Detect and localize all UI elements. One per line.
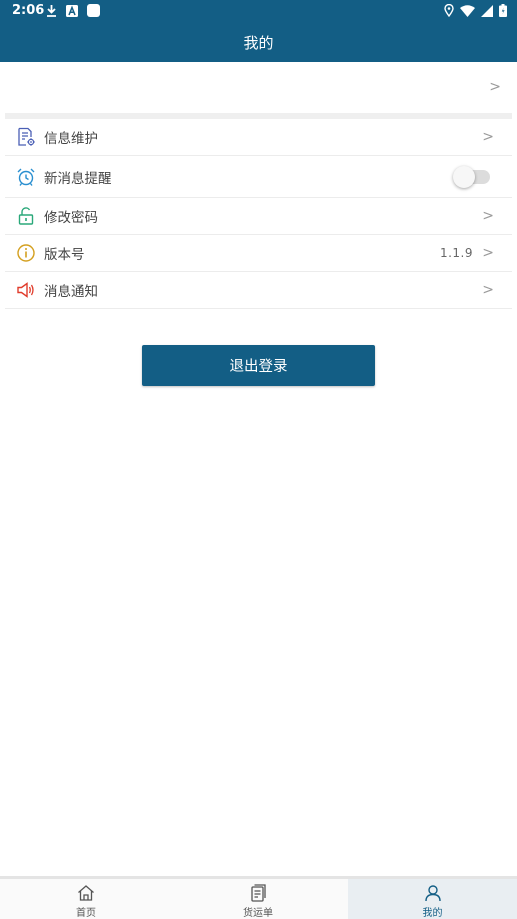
status-right-icons <box>444 4 507 17</box>
location-icon <box>444 4 454 17</box>
chevron-right-icon: > <box>482 245 494 261</box>
person-icon <box>424 885 441 902</box>
chevron-right-icon: > <box>482 282 494 298</box>
nav-item-waybill[interactable]: 货运单 <box>172 879 344 919</box>
chevron-right-icon: > <box>489 79 501 95</box>
nav-item-mine[interactable]: 我的 <box>348 879 517 919</box>
font-a-icon <box>66 4 78 17</box>
profile-row[interactable]: > <box>0 62 517 113</box>
settings-row-message-notification[interactable]: 消息通知 > <box>5 272 512 309</box>
chevron-right-icon: > <box>482 208 494 224</box>
nav-item-home[interactable]: 首页 <box>0 879 172 919</box>
megaphone-icon <box>17 282 34 298</box>
nav-label: 首页 <box>76 908 96 919</box>
settings-row-info-maintenance[interactable]: 信息维护 > <box>5 119 512 156</box>
settings-row-label: 新消息提醒 <box>44 170 112 187</box>
settings-row-label: 信息维护 <box>44 131 98 147</box>
wifi-icon <box>460 4 475 17</box>
nav-label: 货运单 <box>243 908 273 919</box>
battery-icon <box>499 4 507 17</box>
settings-row-label: 修改密码 <box>44 210 98 226</box>
message-alert-toggle[interactable] <box>453 165 491 188</box>
square-app-icon <box>87 4 100 17</box>
info-icon <box>17 244 35 262</box>
bottom-nav: 首页 货运单 我的 <box>0 876 517 919</box>
logout-button[interactable]: 退出登录 <box>142 345 375 386</box>
status-bar: 2:06 <box>0 0 517 22</box>
settings-row-change-password[interactable]: 修改密码 > <box>5 198 512 235</box>
alarm-clock-icon <box>17 168 35 186</box>
status-time: 2:06 <box>12 3 45 18</box>
status-left-icons <box>46 4 100 17</box>
page-title: 我的 <box>243 34 274 52</box>
home-icon <box>78 885 94 901</box>
doc-settings-icon <box>18 127 35 146</box>
download-icon <box>47 5 56 17</box>
signal-icon <box>481 4 493 17</box>
settings-row-label: 版本号 <box>44 247 85 263</box>
settings-row-new-message-alert: 新消息提醒 <box>5 156 512 198</box>
nav-label: 我的 <box>422 908 443 919</box>
waybill-icon <box>251 884 266 902</box>
settings-list: 信息维护 > 新消息提醒 修改密码 > 版本号 1.1.9 > 消息通知 > <box>5 119 512 309</box>
unlock-icon <box>18 207 34 225</box>
settings-row-version[interactable]: 版本号 1.1.9 > <box>5 235 512 272</box>
toggle-thumb <box>453 165 475 188</box>
settings-row-label: 消息通知 <box>44 284 98 300</box>
chevron-right-icon: > <box>482 129 494 145</box>
app-bar: 我的 <box>0 22 517 62</box>
version-number: 1.1.9 <box>439 246 473 260</box>
